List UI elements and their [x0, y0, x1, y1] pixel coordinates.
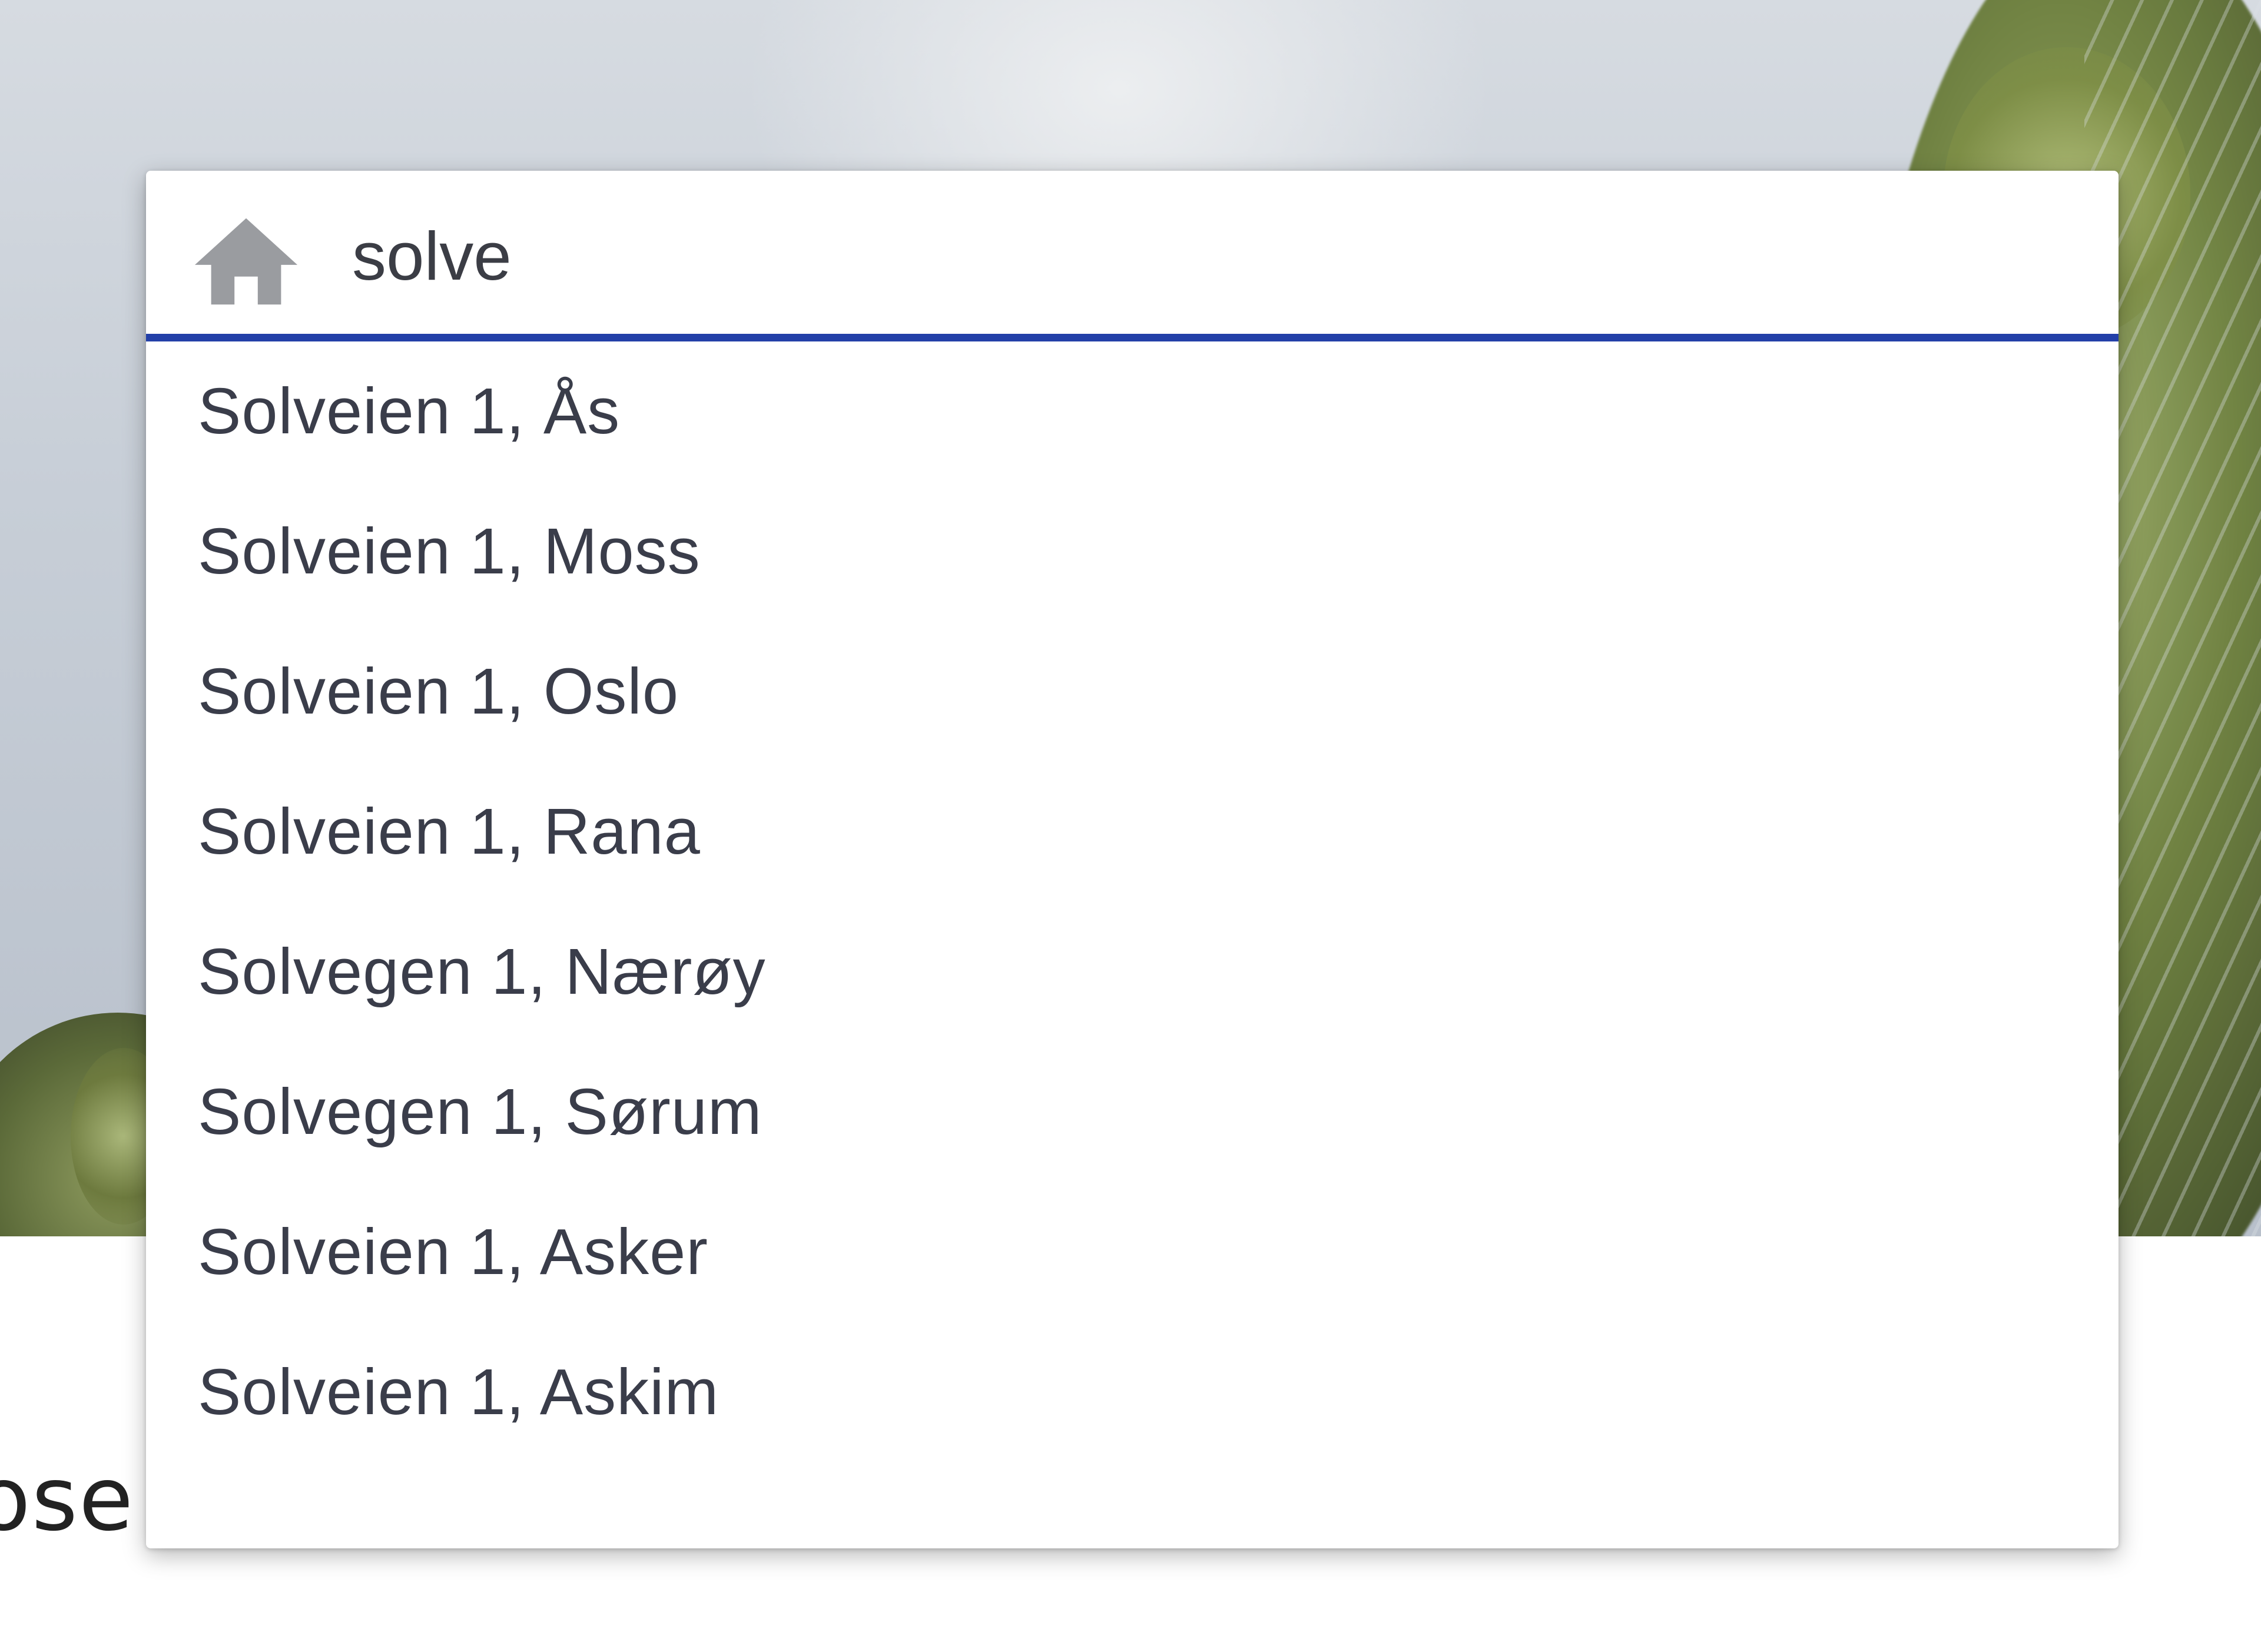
suggestion-item[interactable]: Solveien 1, Rana — [146, 762, 2119, 902]
address-search-input[interactable] — [352, 200, 2060, 312]
suggestion-item[interactable]: Solveien 1, Oslo — [146, 622, 2119, 762]
address-autocomplete: Solveien 1, Ås Solveien 1, Moss Solveien… — [146, 171, 2119, 1548]
suggestion-item[interactable]: Solveien 1, Ås — [146, 341, 2119, 482]
suggestion-item[interactable]: Solvegen 1, Sørum — [146, 1042, 2119, 1182]
suggestion-item[interactable]: Solvegen 1, Nærøy — [146, 902, 2119, 1042]
suggestion-list: Solveien 1, Ås Solveien 1, Moss Solveien… — [146, 341, 2119, 1462]
search-field[interactable] — [146, 171, 2119, 341]
page: ose Solveien 1, Ås Solveien 1, Moss Solv… — [0, 0, 2261, 1652]
suggestion-item[interactable]: Solveien 1, Askim — [146, 1322, 2119, 1462]
background-heading-fragment: ose — [0, 1448, 135, 1551]
suggestion-item[interactable]: Solveien 1, Moss — [146, 482, 2119, 622]
home-icon — [194, 218, 298, 305]
suggestion-item[interactable]: Solveien 1, Asker — [146, 1182, 2119, 1322]
